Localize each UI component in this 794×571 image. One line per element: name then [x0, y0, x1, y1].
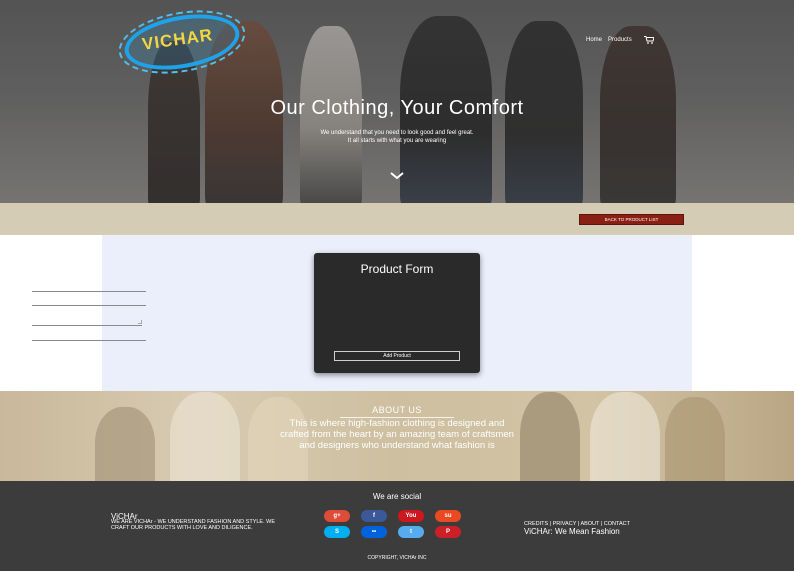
description-label: Description [37, 312, 63, 318]
name-label: Name [33, 283, 47, 289]
hero-banner: VICHAR Home Products Our Clothing, Your … [0, 0, 794, 203]
hero-subtitle-line: We understand that you need to look good… [320, 130, 474, 136]
footer: We are social ViCHAr WE ARE VICHAr - WE … [0, 481, 794, 571]
price-field[interactable]: Price [32, 297, 146, 306]
chevron-down-icon[interactable] [390, 172, 404, 180]
google-plus-icon[interactable]: g+ [324, 510, 350, 522]
quantity-field[interactable]: Quantity [32, 332, 146, 341]
facebook-icon[interactable]: f [361, 510, 387, 522]
add-product-button[interactable]: Add Product [334, 351, 460, 361]
top-nav: Home Products [586, 36, 654, 44]
quantity-label: Quantity [33, 332, 52, 338]
hero-title: Our Clothing, Your Comfort [270, 97, 524, 119]
about-background-figure [95, 407, 155, 481]
resize-handle-icon[interactable] [138, 320, 142, 324]
description-textarea[interactable]: Description [32, 311, 142, 326]
about-title: ABOUT US [372, 405, 422, 415]
back-to-product-list-button[interactable]: BACK TO PRODUCT LIST [579, 214, 684, 225]
youtube-icon[interactable]: You [398, 510, 424, 522]
cart-icon[interactable] [643, 36, 654, 44]
name-field[interactable]: Name [32, 283, 146, 292]
brand-logo[interactable]: VICHAR [113, 1, 251, 83]
nav-home-link[interactable]: Home [586, 37, 602, 43]
action-bar: BACK TO PRODUCT LIST [0, 203, 794, 235]
nav-products-link[interactable]: Products [608, 37, 632, 43]
skype-icon[interactable]: S [324, 526, 350, 538]
hero-subtitle-line: It all starts with what you are wearing [347, 138, 447, 144]
footer-tagline: ViCHAr: We Mean Fashion [524, 527, 620, 536]
price-label: Price [33, 297, 45, 303]
form-title: Product Form [360, 262, 434, 276]
stumbleupon-icon[interactable]: su [435, 510, 461, 522]
copyright: COPYRIGHT, VICHAr INC [367, 555, 427, 561]
about-section: ABOUT US This is where high-fashion clot… [0, 391, 794, 481]
social-title: We are social [372, 492, 422, 501]
twitter-icon[interactable]: t [398, 526, 424, 538]
hero-subtitle: We understand that you need to look good… [0, 129, 794, 145]
flickr-icon[interactable]: •• [361, 526, 387, 538]
footer-brand-description: WE ARE VICHAr - WE UNDERSTAND FASHION AN… [111, 519, 276, 531]
pinterest-icon[interactable]: P [435, 526, 461, 538]
about-text: This is where high-fashion clothing is d… [280, 418, 514, 451]
